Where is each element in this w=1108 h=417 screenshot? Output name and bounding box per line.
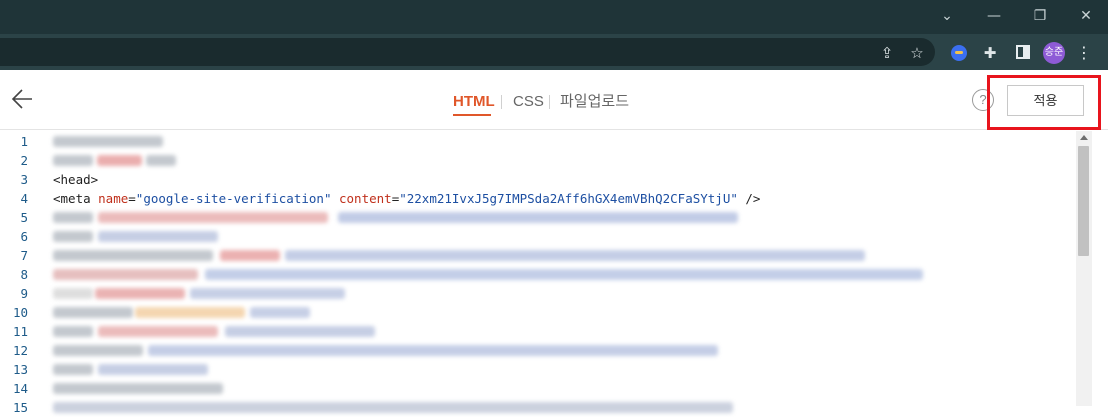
tab-html[interactable]: HTML [453,93,495,111]
blurred-code [53,231,93,242]
highlight-box [987,75,1101,130]
blurred-code [205,269,923,280]
blurred-code [250,307,310,318]
line-number: 4 [20,191,28,206]
blurred-code [148,345,718,356]
line-number: 2 [20,153,28,168]
blurred-code [95,288,185,299]
code-string: "google-site-verification" [135,191,332,206]
blurred-code [98,364,208,375]
line-number: 6 [20,229,28,244]
scroll-up-arrow-icon[interactable] [1080,135,1088,140]
code-editor[interactable]: 1 2 3 4 5 6 7 8 9 10 11 12 13 14 15 <hea… [0,131,1092,415]
tab-file-upload[interactable]: 파일업로드 [560,93,629,111]
blurred-code [53,383,223,394]
line-number: 14 [12,381,28,396]
blurred-code [98,212,328,223]
blurred-code [53,364,93,375]
blurred-code [98,326,218,337]
blurred-code [53,288,93,299]
code-token: /> [737,191,761,206]
side-panel-icon[interactable] [1016,45,1030,59]
blurred-code [97,155,142,166]
scroll-thumb[interactable] [1078,146,1089,256]
blurred-code [53,212,93,223]
blurred-code [98,231,218,242]
close-window-icon[interactable]: ✕ [1074,6,1098,26]
tab-css[interactable]: CSS [513,93,544,111]
tab-divider [501,95,502,109]
code-token: = [128,191,136,206]
blurred-code [53,326,93,337]
line-number: 11 [12,324,28,339]
editor-tabs: HTML CSS 파일업로드 [0,70,1108,130]
line-number: 12 [12,343,28,358]
extension-icon[interactable] [951,45,967,61]
blurred-code [53,269,198,280]
blurred-code [53,136,163,147]
line-number: 7 [20,248,28,263]
blurred-code [53,402,733,413]
tab-search-chevron-icon[interactable]: ⌄ [935,6,959,26]
blurred-code [285,250,865,261]
code-attr: name [98,191,129,206]
address-bar[interactable] [0,38,935,66]
blurred-code [53,155,93,166]
blurred-code [53,307,133,318]
line-number: 5 [20,210,28,225]
line-number: 8 [20,267,28,282]
more-icon[interactable]: ⋮ [1076,42,1092,64]
line-number: 9 [20,286,28,301]
blurred-code [146,155,176,166]
minimize-icon[interactable]: — [982,6,1006,26]
blurred-code [135,307,245,318]
line-number: 15 [12,400,28,415]
blurred-code [190,288,345,299]
active-tab-indicator [453,114,491,116]
blurred-code [338,212,738,223]
page-edge [1092,131,1108,406]
line-number: 13 [12,362,28,377]
blurred-code [53,250,213,261]
blurred-code [53,345,143,356]
share-icon[interactable]: ⇪ [876,42,898,64]
code-line-head: <head> [53,172,99,187]
code-line-meta: <meta name="google-site-verification" co… [53,189,760,208]
tab-divider [549,95,550,109]
blurred-code [220,250,280,261]
blurred-code [225,326,375,337]
code-string: "22xm21IvxJ5g7IMPSda2Aff6hGX4emVBhQ2CFaS… [399,191,738,206]
puzzle-icon[interactable]: ✚ [979,42,1001,64]
line-number: 3 [20,172,28,187]
line-number: 10 [12,305,28,320]
star-icon[interactable]: ☆ [906,42,928,64]
restore-icon[interactable]: ❐ [1028,6,1052,26]
avatar[interactable]: 승준 [1043,42,1065,64]
code-attr: content [339,191,392,206]
code-token: <meta [53,191,99,206]
line-number: 1 [20,134,28,149]
